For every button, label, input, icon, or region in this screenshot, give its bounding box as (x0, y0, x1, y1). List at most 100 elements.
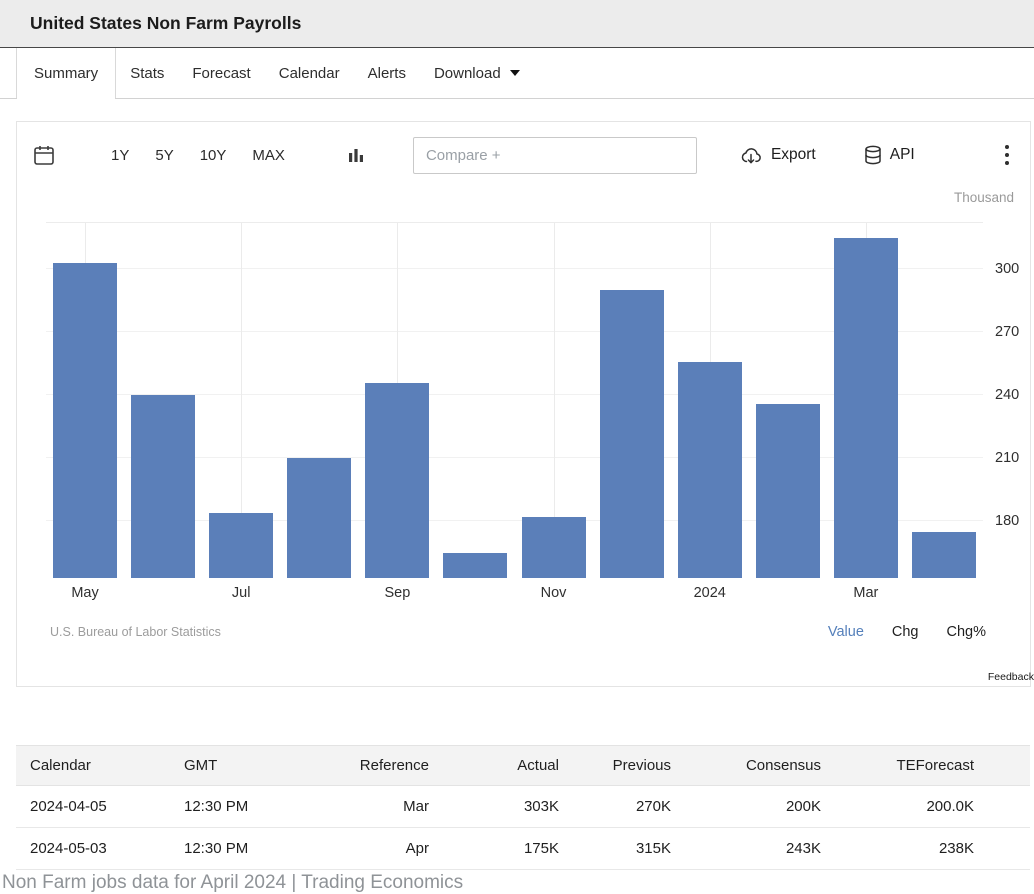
col-header-calendar: Calendar (16, 746, 180, 786)
calendar-icon[interactable] (33, 144, 55, 166)
compare-input[interactable] (413, 137, 697, 174)
tab-label: Summary (34, 65, 98, 82)
bar-sep-2023[interactable] (365, 383, 429, 578)
bar-aug-2023[interactable] (287, 458, 351, 578)
tab-stats[interactable]: Stats (116, 48, 178, 98)
table-cell: 12:30 PM (180, 828, 328, 870)
table-cell: Apr (328, 828, 433, 870)
caret-down-icon (510, 70, 520, 76)
page-title: United States Non Farm Payrolls (30, 13, 301, 34)
table-cell: 243K (675, 828, 825, 870)
bar-slot (593, 223, 671, 578)
bar-jul-2023[interactable] (209, 513, 273, 578)
tab-forecast[interactable]: Forecast (178, 48, 264, 98)
bar-slot (124, 223, 202, 578)
x-axis-label: Jul (232, 585, 251, 601)
export-label: Export (771, 146, 816, 164)
chart-source: U.S. Bureau of Labor Statistics (50, 625, 221, 639)
bar-slot (671, 223, 749, 578)
calendar-table: CalendarGMTReferenceActualPreviousConsen… (16, 745, 1030, 870)
x-axis: MayJulSepNov2024Mar (46, 578, 983, 606)
y-axis-unit-label: Thousand (17, 188, 1030, 208)
table-row: 2024-04-0512:30 PMMar303K270K200K200.0K (16, 786, 1030, 828)
bar-slot (514, 223, 592, 578)
bar-slot (436, 223, 514, 578)
table-cell: 303K (433, 786, 563, 828)
y-axis-label: 270 (995, 324, 1019, 340)
y-axis-label: 210 (995, 450, 1019, 466)
table-cell: 175K (433, 828, 563, 870)
chart-toolbar: 1Y 5Y 10Y MAX Export (17, 122, 1030, 178)
col-header-teforecast: TEForecast (825, 746, 1030, 786)
x-axis-label: 2024 (694, 585, 726, 601)
range-buttons: 1Y 5Y 10Y MAX (111, 147, 311, 164)
chart-panel: 1Y 5Y 10Y MAX Export (16, 121, 1031, 687)
range-10y[interactable]: 10Y (200, 147, 227, 164)
chart-mode-links: Value Chg Chg% (828, 624, 986, 640)
x-axis-label: May (71, 585, 98, 601)
page-header: United States Non Farm Payrolls (0, 0, 1034, 48)
table-cell: 200.0K (825, 786, 1030, 828)
bar-may-2023[interactable] (53, 263, 117, 578)
bar-slot (749, 223, 827, 578)
table-cell: 12:30 PM (180, 786, 328, 828)
bar-feb-2024[interactable] (756, 404, 820, 578)
tab-label: Forecast (192, 65, 250, 82)
tab-download[interactable]: Download (420, 48, 534, 98)
table-row: 2024-05-0312:30 PMApr175K315K243K238K (16, 828, 1030, 870)
tab-label: Alerts (368, 65, 406, 82)
tab-label: Stats (130, 65, 164, 82)
tab-calendar[interactable]: Calendar (265, 48, 354, 98)
mode-value[interactable]: Value (828, 624, 864, 640)
kebab-menu-icon[interactable] (1004, 143, 1014, 167)
mode-chg[interactable]: Chg (892, 624, 919, 640)
col-header-actual: Actual (433, 746, 563, 786)
api-label: API (890, 146, 915, 164)
table-cell: 200K (675, 786, 825, 828)
bar-jun-2023[interactable] (131, 395, 195, 578)
table-cell: Mar (328, 786, 433, 828)
tab-bar: Summary Stats Forecast Calendar Alerts Downlo… (0, 48, 1034, 99)
bar-slot (280, 223, 358, 578)
mode-chg-pct[interactable]: Chg% (947, 624, 987, 640)
bar-nov-2023[interactable] (522, 517, 586, 578)
table-body: 2024-04-0512:30 PMMar303K270K200K200.0K2… (16, 786, 1030, 870)
bar-jan-2024[interactable] (678, 362, 742, 578)
bar-oct-2023[interactable] (443, 553, 507, 578)
table-cell: 2024-04-05 (16, 786, 180, 828)
bar-slot (905, 223, 983, 578)
bar-slot (358, 223, 436, 578)
range-5y[interactable]: 5Y (155, 147, 173, 164)
bar-mar-2024[interactable] (834, 238, 898, 578)
table-cell: 238K (825, 828, 1030, 870)
tab-summary[interactable]: Summary (16, 48, 116, 98)
bar-slot (46, 223, 124, 578)
col-header-reference: Reference (328, 746, 433, 786)
bar-dec-2023[interactable] (600, 290, 664, 578)
api-database-icon (864, 145, 882, 165)
col-header-consensus: Consensus (675, 746, 825, 786)
col-header-gmt: GMT (180, 746, 328, 786)
api-button[interactable]: API (864, 145, 915, 165)
source-row: U.S. Bureau of Labor Statistics Value Chg… (50, 624, 986, 640)
x-axis-label: Nov (541, 585, 567, 601)
plot-area: 180210240270300 (46, 222, 983, 578)
feedback-link[interactable]: Feedback (988, 671, 1034, 683)
bar-chart-icon[interactable] (347, 146, 365, 164)
tab-alerts[interactable]: Alerts (354, 48, 420, 98)
table-header-row: CalendarGMTReferenceActualPreviousConsen… (16, 746, 1030, 786)
col-header-previous: Previous (563, 746, 675, 786)
tab-label: Download (434, 65, 501, 82)
export-button[interactable]: Export (739, 145, 816, 165)
table-cell: 270K (563, 786, 675, 828)
range-max[interactable]: MAX (252, 147, 285, 164)
export-download-icon (739, 145, 763, 165)
y-axis-label: 180 (995, 513, 1019, 529)
bar-slot (202, 223, 280, 578)
x-axis-label: Mar (853, 585, 878, 601)
y-axis-label: 240 (995, 387, 1019, 403)
bars (46, 223, 983, 578)
bar-apr-2024[interactable] (912, 532, 976, 578)
table-cell: 2024-05-03 (16, 828, 180, 870)
range-1y[interactable]: 1Y (111, 147, 129, 164)
